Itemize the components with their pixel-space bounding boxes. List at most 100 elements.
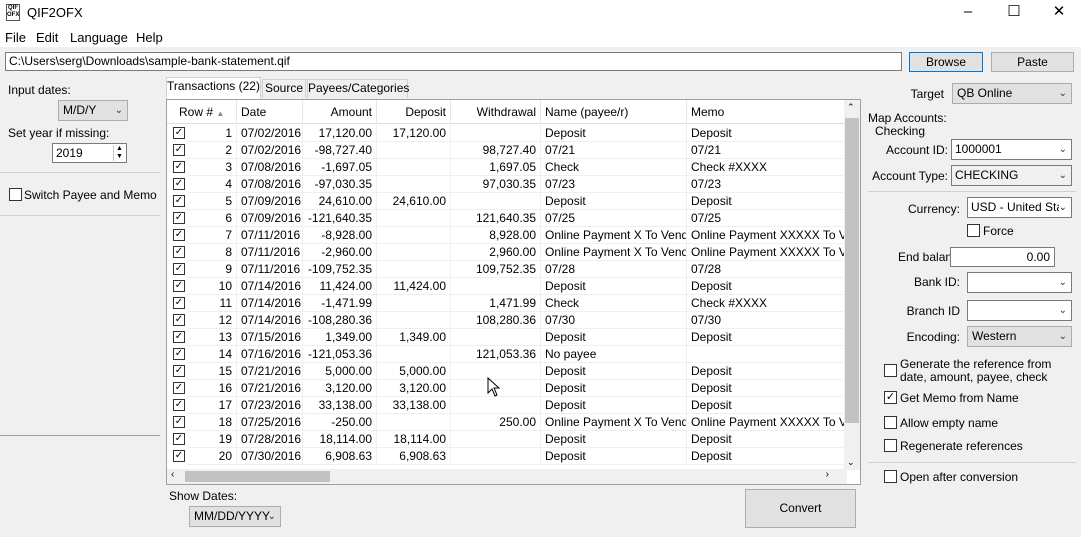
menu-edit[interactable]: Edit bbox=[36, 30, 58, 45]
vertical-scroll-thumb[interactable] bbox=[845, 118, 859, 423]
row-checkbox[interactable]: ✓ bbox=[173, 178, 185, 190]
row-checkbox[interactable]: ✓ bbox=[173, 416, 185, 428]
tab-source[interactable]: Source bbox=[262, 79, 306, 98]
amount-cell: 11,424.00 bbox=[303, 278, 377, 295]
account-id-select[interactable]: 1000001 ⌄ bbox=[951, 139, 1072, 160]
menu-help[interactable]: Help bbox=[136, 30, 163, 45]
table-row[interactable]: ✓ 5 07/09/2016 24,610.00 24,610.00 Deposit Dep… bbox=[167, 193, 847, 210]
account-type-select[interactable]: CHECKING ⌄ bbox=[951, 165, 1072, 186]
table-row[interactable]: ✓ 16 07/21/2016 3,120.00 3,120.00 Deposit Depo… bbox=[167, 380, 847, 397]
row-checkbox[interactable]: ✓ bbox=[173, 127, 185, 139]
table-row[interactable]: ✓ 2 07/02/2016 -98,727.40 98,727.40 07/21 07/2… bbox=[167, 142, 847, 159]
show-dates-select[interactable]: MM/DD/YYYY ⌄ bbox=[189, 506, 281, 527]
scroll-right-icon[interactable]: › bbox=[826, 469, 829, 480]
row-checkbox[interactable]: ✓ bbox=[173, 229, 185, 241]
table-row[interactable]: ✓ 4 07/08/2016 -97,030.35 97,030.35 07/23 07/2… bbox=[167, 176, 847, 193]
table-row[interactable]: ✓ 11 07/14/2016 -1,471.99 1,471.99 Check Check… bbox=[167, 295, 847, 312]
get-memo-checkbox[interactable]: ✓ bbox=[884, 391, 897, 404]
file-path-input[interactable]: C:\Users\serg\Downloads\sample-bank-stat… bbox=[5, 52, 902, 71]
column-header-amount[interactable]: Amount bbox=[303, 100, 377, 124]
browse-button[interactable]: Browse bbox=[909, 52, 983, 72]
tab-transactions[interactable]: Transactions (22) bbox=[166, 77, 261, 99]
bank-id-select[interactable]: ⌄ bbox=[967, 272, 1072, 293]
branch-id-select[interactable]: ⌄ bbox=[967, 300, 1072, 321]
table-row[interactable]: ✓ 7 07/11/2016 -8,928.00 8,928.00 Online Paym… bbox=[167, 227, 847, 244]
chevron-down-icon: ⌄ bbox=[1058, 331, 1067, 342]
row-checkbox[interactable]: ✓ bbox=[173, 314, 185, 326]
chevron-down-icon: ⌄ bbox=[1058, 305, 1067, 316]
column-header-date[interactable]: Date bbox=[237, 100, 303, 124]
encoding-select[interactable]: Western ⌄ bbox=[967, 326, 1072, 347]
row-checkbox[interactable]: ✓ bbox=[173, 382, 185, 394]
end-balance-input[interactable]: 0.00 bbox=[950, 247, 1055, 267]
table-row[interactable]: ✓ 14 07/16/2016 -121,053.36 121,053.36 No pay… bbox=[167, 346, 847, 363]
spinner-arrows-icon[interactable]: ▲ ▼ bbox=[113, 145, 125, 161]
row-checkbox[interactable]: ✓ bbox=[173, 280, 185, 292]
horizontal-scrollbar[interactable]: ‹ › bbox=[167, 469, 847, 484]
memo-cell: Check #XXXX bbox=[687, 159, 847, 176]
generate-reference-checkbox[interactable] bbox=[884, 364, 897, 377]
row-checkbox[interactable]: ✓ bbox=[173, 246, 185, 258]
row-checkbox[interactable]: ✓ bbox=[173, 263, 185, 275]
column-header-name[interactable]: Name (payee/r) bbox=[541, 100, 687, 124]
allow-empty-name-checkbox[interactable] bbox=[884, 416, 897, 429]
menu-language[interactable]: Language bbox=[70, 30, 128, 45]
year-spinner[interactable]: 2019 ▲ ▼ bbox=[52, 143, 127, 163]
divider bbox=[0, 435, 160, 436]
horizontal-scroll-thumb[interactable] bbox=[185, 471, 330, 482]
table-row[interactable]: ✓ 12 07/14/2016 -108,280.36 108,280.36 07/30 0… bbox=[167, 312, 847, 329]
table-row[interactable]: ✓ 15 07/21/2016 5,000.00 5,000.00 Deposit Depo… bbox=[167, 363, 847, 380]
paste-button[interactable]: Paste bbox=[991, 52, 1074, 72]
input-dates-select[interactable]: M/D/Y ⌄ bbox=[58, 100, 128, 121]
row-checkbox[interactable]: ✓ bbox=[173, 433, 185, 445]
withdrawal-cell bbox=[451, 193, 541, 210]
amount-cell: 6,908.63 bbox=[303, 448, 377, 465]
row-checkbox[interactable]: ✓ bbox=[173, 365, 185, 377]
column-header-memo[interactable]: Memo bbox=[687, 100, 847, 124]
table-row[interactable]: ✓ 20 07/30/2016 6,908.63 6,908.63 Deposit Depo… bbox=[167, 448, 847, 465]
table-row[interactable]: ✓ 18 07/25/2016 -250.00 250.00 Online Payment… bbox=[167, 414, 847, 431]
row-checkbox[interactable]: ✓ bbox=[173, 348, 185, 360]
table-row[interactable]: ✓ 13 07/15/2016 1,349.00 1,349.00 Deposit Depo… bbox=[167, 329, 847, 346]
row-checkbox[interactable]: ✓ bbox=[173, 331, 185, 343]
scroll-up-icon[interactable]: ⌃ bbox=[847, 102, 855, 113]
table-row[interactable]: ✓ 1 07/02/2016 17,120.00 17,120.00 Deposit Dep… bbox=[167, 125, 847, 142]
row-checkbox[interactable]: ✓ bbox=[173, 212, 185, 224]
target-select[interactable]: QB Online ⌄ bbox=[952, 83, 1072, 104]
column-header-withdrawal[interactable]: Withdrawal bbox=[451, 100, 541, 124]
row-checkbox[interactable]: ✓ bbox=[173, 161, 185, 173]
table-row[interactable]: ✓ 3 07/08/2016 -1,697.05 1,697.05 Check Check … bbox=[167, 159, 847, 176]
row-checkbox[interactable]: ✓ bbox=[173, 399, 185, 411]
payee-cell: Online Payment X To Vendor bbox=[541, 227, 687, 244]
transactions-grid[interactable]: Row # ▲ Date Amount Deposit Withdrawal N… bbox=[166, 99, 861, 485]
convert-button[interactable]: Convert bbox=[745, 489, 856, 528]
table-row[interactable]: ✓ 8 07/11/2016 -2,960.00 2,960.00 Online Paym… bbox=[167, 244, 847, 261]
table-row[interactable]: ✓ 10 07/14/2016 11,424.00 11,424.00 Deposit De… bbox=[167, 278, 847, 295]
maximize-button[interactable]: ☐ bbox=[991, 0, 1037, 26]
minimize-button[interactable]: – bbox=[945, 0, 991, 26]
table-row[interactable]: ✓ 19 07/28/2016 18,114.00 18,114.00 Deposit De… bbox=[167, 431, 847, 448]
close-button[interactable]: ✕ bbox=[1036, 0, 1081, 26]
row-checkbox[interactable]: ✓ bbox=[173, 297, 185, 309]
row-checkbox[interactable]: ✓ bbox=[173, 144, 185, 156]
row-checkbox[interactable]: ✓ bbox=[173, 195, 185, 207]
currency-select[interactable]: USD - United Sta ⌄ bbox=[967, 197, 1072, 218]
switch-payee-memo-checkbox[interactable] bbox=[9, 188, 22, 201]
table-row[interactable]: ✓ 6 07/09/2016 -121,640.35 121,640.35 07/25 07… bbox=[167, 210, 847, 227]
table-row[interactable]: ✓ 17 07/23/2016 33,138.00 33,138.00 Deposit De… bbox=[167, 397, 847, 414]
scroll-down-icon[interactable]: ⌄ bbox=[847, 457, 855, 468]
scroll-left-icon[interactable]: ‹ bbox=[171, 469, 174, 480]
row-checkbox[interactable]: ✓ bbox=[173, 450, 185, 462]
vertical-scrollbar[interactable]: ⌃ ⌄ bbox=[844, 100, 860, 470]
account-type-value: CHECKING bbox=[955, 168, 1019, 182]
menu-file[interactable]: File bbox=[5, 30, 26, 45]
memo-cell: Deposit bbox=[687, 125, 847, 142]
open-after-conversion-checkbox[interactable] bbox=[884, 470, 897, 483]
deposit-cell bbox=[377, 244, 451, 261]
column-header-row[interactable]: Row # ▲ bbox=[167, 100, 237, 124]
tab-payees-categories[interactable]: Payees/Categories bbox=[307, 79, 409, 98]
column-header-deposit[interactable]: Deposit bbox=[377, 100, 451, 124]
force-checkbox[interactable] bbox=[967, 224, 980, 237]
table-row[interactable]: ✓ 9 07/11/2016 -109,752.35 109,752.35 07/28 07… bbox=[167, 261, 847, 278]
regenerate-references-checkbox[interactable] bbox=[884, 439, 897, 452]
